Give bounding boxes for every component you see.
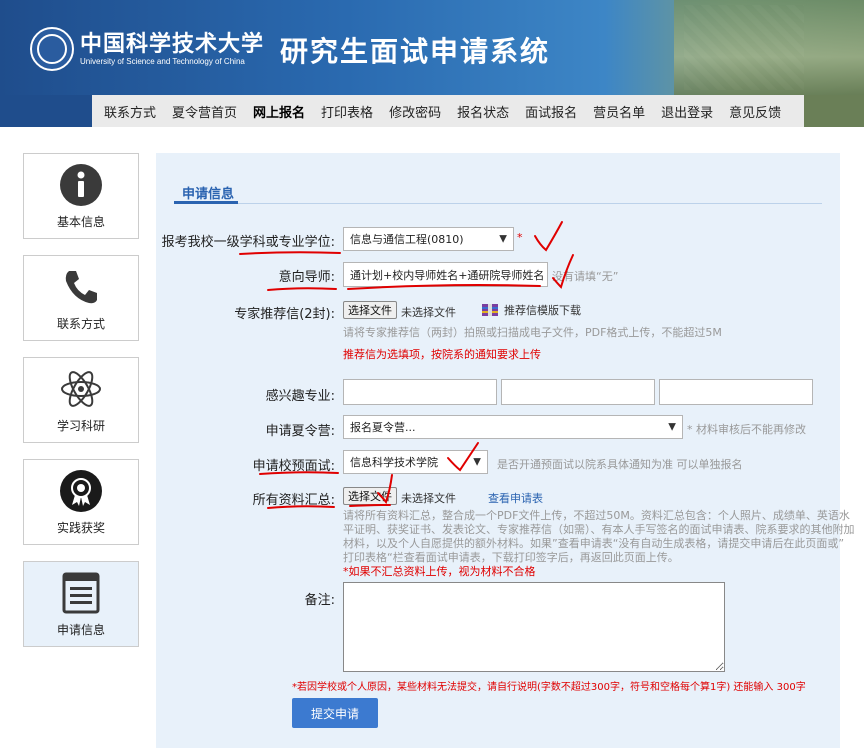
remark-textarea[interactable]	[343, 582, 725, 672]
banner-calligraphy	[674, 0, 864, 95]
sidebar-item-label: 实践获奖	[56, 520, 105, 535]
camp-select-value: 报名夏令营...	[350, 421, 416, 434]
interest-input-3[interactable]	[659, 379, 813, 405]
top-nav: 联系方式 夏令营首页 网上报名 打印表格 修改密码 报名状态 面试报名 营员名单…	[92, 95, 804, 127]
header-strip-right	[804, 95, 864, 127]
camp-select[interactable]: 报名夏令营... ▼	[343, 415, 683, 439]
sidebar-item-label: 学习科研	[56, 418, 105, 433]
header-banner: 中国科学技术大学 University of Science and Techn…	[0, 0, 864, 95]
header-strip-left	[0, 95, 92, 127]
university-logo	[30, 27, 74, 71]
nav-item-camper-list[interactable]: 营员名单	[585, 102, 653, 121]
recommendation-template-download[interactable]: 推荐信模版下载	[482, 302, 581, 318]
required-mark: *	[517, 231, 523, 244]
remark-label: 备注:	[304, 593, 335, 608]
chevron-down-icon: ▼	[473, 456, 481, 468]
interest-input-1[interactable]	[343, 379, 497, 405]
section-title-underline	[174, 201, 238, 204]
sidebar-item-label: 申请信息	[56, 622, 105, 637]
pre-interview-select-value: 信息科学技术学院	[350, 456, 438, 469]
camp-hint: * 材料审核后不能再修改	[687, 423, 806, 436]
sidebar-item-application-info[interactable]: 申请信息	[23, 561, 139, 647]
materials-warning: *如果不汇总资料上传，视为材料不合格	[343, 565, 536, 578]
advisor-label: 意向导师:	[278, 270, 335, 285]
university-name-en: University of Science and Technology of …	[80, 57, 245, 66]
sidebar-item-label: 联系方式	[56, 316, 105, 331]
recommendation-file-status: 未选择文件	[401, 306, 456, 319]
section-divider	[174, 203, 822, 204]
nav-item-camp-home[interactable]: 夏令营首页	[164, 102, 245, 121]
chevron-down-icon: ▼	[499, 233, 507, 245]
recommendation-hint: 请将专家推荐信（两封）拍照或扫描成电子文件，PDF格式上传，不能超过5M	[343, 326, 722, 339]
materials-file-status: 未选择文件	[401, 492, 456, 505]
pre-interview-hint: 是否开通预面试以院系具体通知为准 可以单独报名	[497, 458, 743, 471]
archive-icon	[482, 304, 498, 316]
advisor-input[interactable]: 通计划+校内导师姓名+通研院导师姓名	[343, 262, 548, 287]
info-icon	[59, 163, 103, 207]
advisor-hint: 没有请填“无”	[552, 270, 619, 283]
advisor-input-value: 通计划+校内导师姓名+通研院导师姓名	[350, 268, 545, 282]
system-title: 研究生面试申请系统	[280, 35, 551, 68]
remark-note: *若因学校或个人原因，某些材料无法提交，请自行说明(字数不超过300字，符号和空…	[292, 682, 806, 693]
atom-icon	[59, 367, 103, 411]
materials-label: 所有资料汇总:	[252, 493, 335, 508]
award-icon	[59, 469, 103, 513]
nav-item-online-apply[interactable]: 网上报名	[245, 102, 313, 121]
camp-label: 申请夏令营:	[265, 424, 335, 439]
discipline-select[interactable]: 信息与通信工程(0810) ▼	[343, 227, 514, 251]
nav-item-contact[interactable]: 联系方式	[96, 102, 164, 121]
sidebar-item-study-research[interactable]: 学习科研	[23, 357, 139, 443]
recommendation-file-button[interactable]: 选择文件	[343, 301, 397, 319]
nav-item-change-password[interactable]: 修改密码	[381, 102, 449, 121]
nav-item-status[interactable]: 报名状态	[449, 102, 517, 121]
submit-button[interactable]: 提交申请	[292, 698, 378, 728]
nav-item-feedback[interactable]: 意见反馈	[721, 102, 789, 121]
nav-item-logout[interactable]: 退出登录	[653, 102, 721, 121]
section-title: 申请信息	[182, 187, 235, 202]
sidebar-item-basic-info[interactable]: 基本信息	[23, 153, 139, 239]
interest-input-2[interactable]	[501, 379, 655, 405]
nav-item-print-form[interactable]: 打印表格	[313, 102, 381, 121]
discipline-label: 报考我校一级学科或专业学位:	[161, 235, 335, 250]
recommendation-template-label: 推荐信模版下载	[504, 304, 581, 317]
chevron-down-icon: ▼	[668, 421, 676, 433]
materials-file-button[interactable]: 选择文件	[343, 487, 397, 505]
pre-interview-select[interactable]: 信息科学技术学院 ▼	[343, 450, 488, 474]
sidebar-item-contact[interactable]: 联系方式	[23, 255, 139, 341]
sidebar-item-practice-awards[interactable]: 实践获奖	[23, 459, 139, 545]
nav-item-interview[interactable]: 面试报名	[517, 102, 585, 121]
recommendation-label: 专家推荐信(2封):	[234, 307, 335, 322]
view-application-link[interactable]: 查看申请表	[488, 490, 543, 506]
phone-icon	[59, 265, 103, 309]
university-name-cn: 中国科学技术大学	[80, 31, 265, 57]
interest-label: 感兴趣专业:	[265, 389, 335, 404]
sidebar-item-label: 基本信息	[56, 214, 105, 229]
recommendation-note: 推荐信为选填项，按院系的通知要求上传	[343, 348, 541, 361]
discipline-select-value: 信息与通信工程(0810)	[350, 233, 464, 246]
pre-interview-label: 申请校预面试:	[252, 459, 335, 474]
form-icon	[59, 571, 103, 615]
